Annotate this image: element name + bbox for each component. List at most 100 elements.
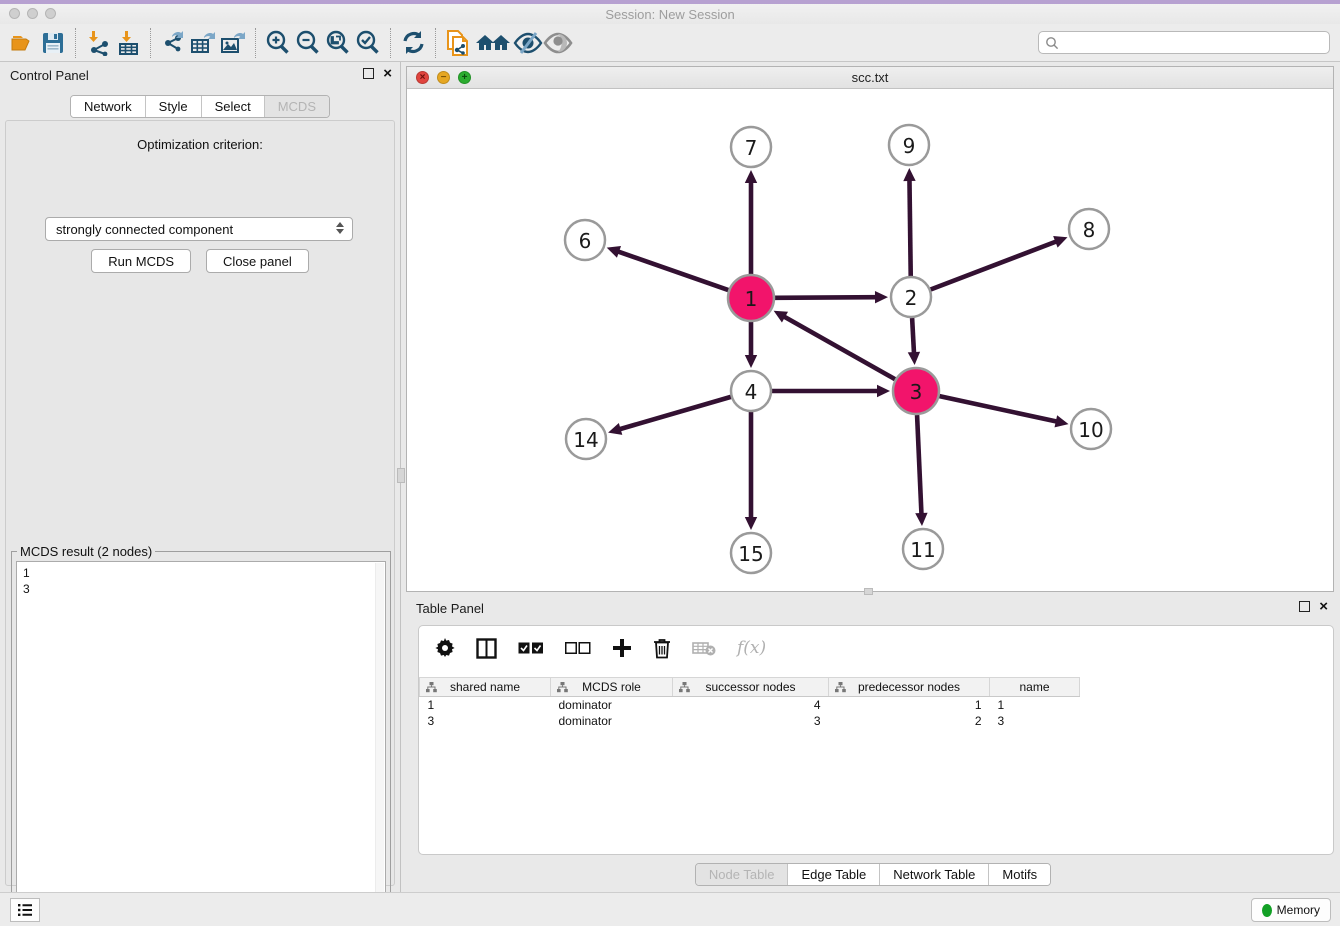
network-canvas[interactable]: 7968124314101511 [407,89,1333,591]
arrowhead-icon [745,517,757,530]
import-network-icon [85,29,112,56]
run-mcds-button[interactable]: Run MCDS [91,249,191,273]
clone-network-button[interactable] [443,27,473,59]
table-panel: Table Panel × [406,595,1340,890]
select-all-rows-button[interactable] [518,635,544,661]
task-history-button[interactable] [10,898,40,922]
tab-network-table[interactable]: Network Table [880,864,989,885]
vertical-splitter-handle[interactable] [397,468,405,483]
two-homes-icon [474,30,512,56]
import-network-button[interactable] [83,27,113,59]
network-window-titlebar[interactable]: × − + scc.txt [407,67,1333,89]
edge-1-6[interactable] [617,251,728,290]
table-toolbar: f(x) [419,626,1333,670]
network-window-title: scc.txt [407,70,1333,85]
network-graph[interactable]: 7968124314101511 [407,89,1333,591]
close-table-panel-icon[interactable]: × [1319,601,1328,612]
float-panel-icon[interactable] [363,68,374,79]
tab-node-table[interactable]: Node Table [696,864,789,885]
edge-1-2[interactable] [775,297,877,298]
table-row[interactable]: 1dominator411 [420,697,1080,713]
import-table-button[interactable] [113,27,143,59]
table-cell[interactable]: dominator [551,697,673,713]
memory-button[interactable]: Memory [1251,898,1331,922]
export-network-button[interactable] [158,27,188,59]
arrowhead-icon [903,168,915,181]
delete-table-button[interactable] [692,635,716,661]
table-cell[interactable]: 3 [990,713,1080,729]
column-header-name[interactable]: name [990,678,1080,697]
search-box[interactable] [1038,31,1330,54]
tab-select[interactable]: Select [202,96,265,117]
toolbar-separator [390,28,391,58]
export-table-button[interactable] [188,27,218,59]
hide-graphics-details-button[interactable] [513,27,543,59]
hierarchy-icon [557,682,568,693]
tab-mcds[interactable]: MCDS [265,96,329,117]
result-scrollbar[interactable] [375,563,384,926]
search-input[interactable] [1059,33,1329,52]
table-cell[interactable]: 1 [990,697,1080,713]
column-header-MCDS-role[interactable]: MCDS role [551,678,673,697]
open-session-button[interactable] [8,27,38,59]
table-settings-button[interactable] [435,635,455,661]
mcds-result-text[interactable]: 1 3 [16,561,386,926]
table-cell[interactable]: 1 [829,697,990,713]
export-image-button[interactable] [218,27,248,59]
apply-layout-button[interactable] [398,27,428,59]
horizontal-splitter-handle[interactable] [864,588,873,595]
first-neighbors-button[interactable] [473,27,513,59]
node-table[interactable]: shared nameMCDS rolesuccessor nodesprede… [419,677,1080,729]
zoom-selected-button[interactable] [353,27,383,59]
table-row[interactable]: 3dominator323 [420,713,1080,729]
edge-2-9[interactable] [909,179,910,276]
save-session-button[interactable] [38,27,68,59]
table-cell[interactable]: 3 [673,713,829,729]
criterion-value: strongly connected component [56,222,233,237]
table-cell[interactable]: 3 [420,713,551,729]
edge-3-1[interactable] [783,316,895,379]
tab-style[interactable]: Style [146,96,202,117]
tab-motifs[interactable]: Motifs [989,864,1050,885]
dropdown-stepper-icon [336,222,344,234]
edge-2-3[interactable] [912,318,914,354]
close-panel-button[interactable]: Close panel [206,249,309,273]
delete-column-button[interactable] [653,635,671,661]
edge-3-11[interactable] [917,415,921,515]
column-header-predecessor-nodes[interactable]: predecessor nodes [829,678,990,697]
export-network-icon [160,29,187,56]
add-column-button[interactable] [612,635,632,661]
zoom-in-button[interactable] [263,27,293,59]
function-builder-button[interactable]: f(x) [737,635,766,661]
column-header-shared-name[interactable]: shared name [420,678,551,697]
edge-2-8[interactable] [931,241,1058,289]
zoom-in-icon [264,29,292,57]
table-cell[interactable]: 1 [420,697,551,713]
trash-icon [653,638,671,659]
mcds-result-title: MCDS result (2 nodes) [17,544,155,559]
select-all-icon [518,642,544,655]
column-header-successor-nodes[interactable]: successor nodes [673,678,829,697]
deselect-all-rows-button[interactable] [565,635,591,661]
table-cell[interactable]: dominator [551,713,673,729]
tab-network[interactable]: Network [71,96,146,117]
control-panel-title: Control Panel [10,68,89,83]
tab-edge-table[interactable]: Edge Table [788,864,880,885]
zoom-fit-button[interactable] [323,27,353,59]
network-view-window: × − + scc.txt 7968124314101511 [406,66,1334,592]
table-cell[interactable]: 2 [829,713,990,729]
save-floppy-icon [40,30,66,56]
table-tabs: Node TableEdge TableNetwork TableMotifs [406,863,1340,886]
edge-3-10[interactable] [939,396,1057,422]
zoom-out-button[interactable] [293,27,323,59]
hierarchy-icon [679,682,690,693]
node-label-8: 8 [1083,218,1096,242]
close-panel-icon[interactable]: × [383,68,392,79]
edge-4-14[interactable] [619,397,731,430]
float-table-panel-icon[interactable] [1299,601,1310,612]
show-graphics-details-button[interactable] [543,27,573,59]
table-panel-title: Table Panel [416,601,484,616]
split-view-button[interactable] [476,635,497,661]
table-cell[interactable]: 4 [673,697,829,713]
criterion-dropdown[interactable]: strongly connected component [45,217,353,241]
